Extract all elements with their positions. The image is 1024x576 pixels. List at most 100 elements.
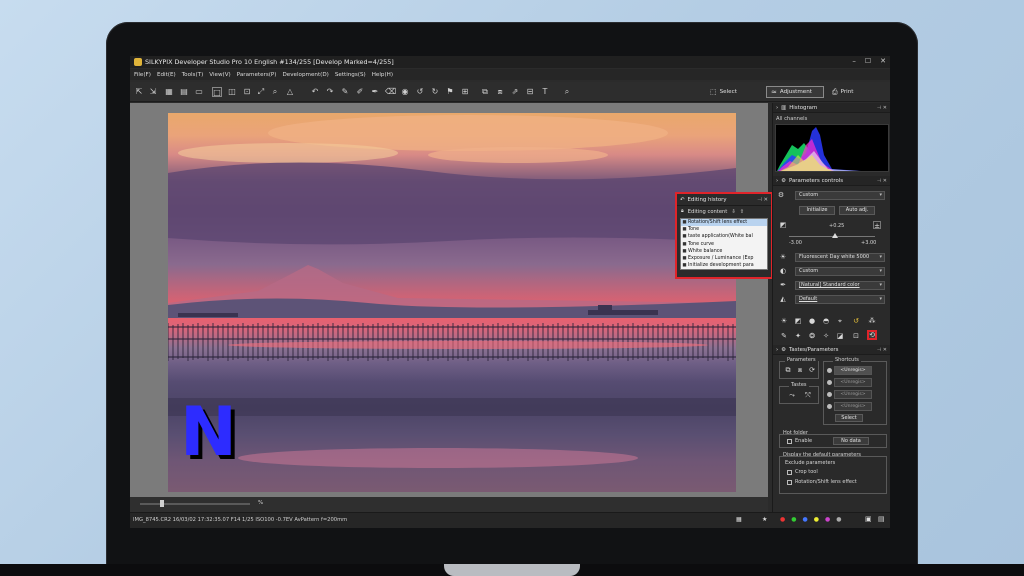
taste-apply-icon[interactable]: ⤳ [787,390,797,400]
menu-icon[interactable]: ▣ [865,515,872,523]
noise-tool-icon[interactable]: ⁂ [867,316,877,326]
up-icon[interactable]: ⇧ [740,209,744,215]
warning-icon[interactable]: △ [285,87,295,97]
adjustment-mode-button[interactable]: ≈ Adjustment [766,86,824,98]
pin-icon[interactable]: ⊣ ✕ [877,105,887,111]
fish-tool-icon[interactable]: ❂ [807,331,817,341]
zoom-slider[interactable] [140,503,250,505]
copy-params-icon[interactable]: ⧉ [480,87,490,97]
gray-label-icon[interactable]: ● [836,516,841,523]
tone-dropdown[interactable]: Custom [795,267,885,276]
history-item[interactable]: ■ Rotation/Shift lens effect [681,219,767,227]
tint-tool-icon[interactable]: ◓ [821,316,831,326]
parameter-save-icon[interactable]: ⟳ [807,365,817,375]
parameters-header[interactable]: › ⚙ Parameters controls ⊣ ✕ [773,176,890,186]
redo-icon[interactable]: ↷ [325,87,335,97]
download-icon[interactable]: ⇩ [731,209,735,215]
maximize-button[interactable]: ☐ [865,57,871,65]
history-item[interactable]: ■ taste application(White bal [681,233,767,240]
parameter-copy-icon[interactable]: ⧉ [783,365,793,375]
image-viewer[interactable]: N [130,103,768,497]
single-view-icon[interactable]: □ [212,87,222,97]
rotate-left-icon[interactable]: ↺ [415,87,425,97]
dust-tool-icon[interactable]: ✧ [821,331,831,341]
taste-save-icon[interactable]: ⤲ [803,390,813,400]
crop-tool-icon[interactable]: ⊡ [851,331,861,341]
brush-icon[interactable]: ✎ [340,87,350,97]
dropper-icon[interactable]: ✒ [370,87,380,97]
loupe-icon[interactable]: ⌕ [270,87,280,97]
photo-preview[interactable]: N [168,113,736,492]
stamp-icon[interactable]: ✐ [355,87,365,97]
enable-checkbox[interactable] [787,439,792,444]
exposure-value[interactable]: +0.25 [829,223,844,229]
history-item[interactable]: ■ Initialize development para [681,262,767,269]
menu-help[interactable]: Help(H) [372,72,393,78]
mark-icon[interactable]: ◉ [400,87,410,97]
shortcut-slot[interactable]: <Unregis> [834,378,872,387]
auto-adj-button[interactable]: Auto adj. [839,206,875,215]
filmstrip-view-icon[interactable]: ▤ [179,87,189,97]
undo-icon[interactable]: ↶ [310,87,320,97]
menu-development[interactable]: Development(D) [282,72,328,78]
full-screen-icon[interactable]: ⤢ [256,87,266,97]
lock-icon[interactable]: 🔒︎ [681,208,684,215]
menu-settings[interactable]: Settings(S) [335,72,366,78]
zoom-slider-handle[interactable] [160,500,164,507]
minimize-button[interactable]: – [852,57,856,65]
text-icon[interactable]: T [540,87,550,97]
menu-tools[interactable]: Tools(T) [182,72,204,78]
yellow-label-icon[interactable]: ● [814,516,819,523]
menu-parameters[interactable]: Parameters(P) [237,72,277,78]
color-tool-icon[interactable]: ● [807,316,817,326]
settings-gear-icon[interactable]: ⚙ [777,191,785,199]
exposure-tool-icon[interactable]: ☀ [779,316,789,326]
parameter-paste-icon[interactable]: ⧈ [795,365,805,375]
menu-edit[interactable]: Edit(E) [157,72,176,78]
history-item[interactable]: ■ White balance [681,248,767,255]
grid-view-icon[interactable]: ▦ [164,87,174,97]
mask-tool-icon[interactable]: ◪ [835,331,845,341]
eraser-icon[interactable]: ⌫ [385,87,396,97]
close-button[interactable]: ✕ [880,57,886,65]
flag-icon[interactable]: ⚑ [445,87,455,97]
sharpness-dropdown[interactable]: Default [795,295,885,304]
shortcut-slot[interactable]: <Unregis> [834,366,872,375]
grid-icon[interactable]: ▦ [736,516,742,523]
crop-tool-checkbox[interactable] [787,470,792,475]
curve-tool-icon[interactable]: ◩ [793,316,803,326]
sharp-tool-icon[interactable]: ✦ [793,331,803,341]
no-data-button[interactable]: No data [833,437,869,445]
histogram-header[interactable]: › ▥ Histogram ⊣ ✕ [773,103,890,113]
select-shortcut-button[interactable]: Select [835,414,863,422]
exposure-slider-handle[interactable] [832,233,838,238]
search-icon[interactable]: ⌕ [562,87,572,97]
print-mode-button[interactable]: ⎙ Print [828,86,857,98]
color-dropdown[interactable]: [Natural] Standard color [795,281,885,290]
purple-label-icon[interactable]: ● [825,516,830,523]
fit-view-icon[interactable]: ⊡ [242,87,252,97]
initialize-button[interactable]: Initialize [799,206,835,215]
develop-icon[interactable]: ⊞ [460,87,470,97]
rotate-right-icon[interactable]: ↻ [430,87,440,97]
compare-view-icon[interactable]: ◫ [227,87,237,97]
menu-file[interactable]: File(F) [134,72,151,78]
exposure-range-icon[interactable]: ± [873,221,881,230]
preset-dropdown[interactable]: Custom [795,191,885,200]
shortcut-slot[interactable]: <Unregis> [834,390,872,399]
history-item[interactable]: ■ Tone [681,226,767,233]
save-icon[interactable]: ⇲ [148,87,158,97]
pin-icon[interactable]: ⊣ ✕ [877,178,887,184]
preview-view-icon[interactable]: ▭ [194,87,204,97]
history-item[interactable]: ■ Tone curve [681,241,767,248]
red-label-icon[interactable]: ● [780,516,785,523]
export-icon[interactable]: ⇗ [510,87,520,97]
pin-icon[interactable]: ⊣ ✕ [877,347,887,353]
menu-view[interactable]: View(V) [209,72,230,78]
shortcut-slot[interactable]: <Unregis> [834,402,872,411]
white-balance-dropdown[interactable]: Fluorescent Day white 5000 [795,253,885,262]
histogram-channel[interactable]: All channels [776,116,807,122]
blue-label-icon[interactable]: ● [803,516,808,523]
green-label-icon[interactable]: ● [791,516,796,523]
expand-icon[interactable]: ▤ [878,515,885,523]
